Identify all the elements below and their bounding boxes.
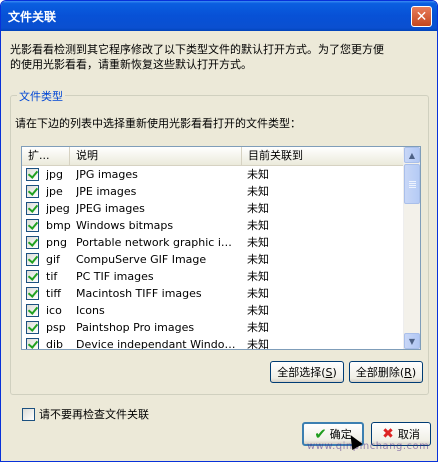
row-checkbox[interactable] (26, 219, 39, 232)
cancel-x-icon: ✖ (382, 426, 394, 442)
header-description[interactable]: 说明 (70, 147, 242, 165)
row-associated: 未知 (247, 168, 269, 181)
row-description: JPEG images (76, 202, 145, 215)
select-all-key: S (325, 365, 333, 379)
file-type-list[interactable]: 扩... 说明 目前关联到 jpg JPG images 未知 jpe JPE imag… (21, 146, 421, 350)
row-checkbox[interactable] (26, 168, 39, 181)
file-type-group: 文件类型 请在下边的列表中选择重新使用光影看看打开的文件类型： 扩... 说明 … (10, 88, 429, 395)
close-icon: ✕ (415, 8, 428, 25)
file-association-dialog: 文件关联 ✕ 光影看看检测到其它程序修改了以下类型文件的默认打开方式。为了您更方… (0, 0, 438, 462)
row-checkbox[interactable] (26, 270, 39, 283)
row-description: CompuServe GIF Image (76, 253, 207, 266)
row-description: Portable network graphic images (76, 236, 236, 249)
list-header: 扩... 说明 目前关联到 (22, 147, 406, 166)
row-description: Macintosh TIFF images (76, 287, 202, 300)
row-ext: bmp (46, 219, 71, 232)
row-associated: 未知 (247, 321, 269, 334)
row-description: JPE images (76, 185, 137, 198)
table-row[interactable]: bmp Windows bitmaps 未知 (22, 217, 406, 234)
dont-check-label: 请不要再检查文件关联 (39, 408, 149, 421)
window-title: 文件关联 (8, 9, 57, 24)
watermark: www.qinpinchang.com (307, 441, 430, 452)
table-row[interactable]: psp Paintshop Pro images 未知 (22, 319, 406, 336)
table-row[interactable]: tif PC TIF images 未知 (22, 268, 406, 285)
row-ext: ico (46, 304, 62, 317)
row-description: Paintshop Pro images (76, 321, 195, 334)
dont-check-option[interactable]: 请不要再检查文件关联 (22, 406, 149, 422)
row-ext: jpeg (46, 202, 70, 215)
vertical-scrollbar[interactable]: ▲ ▼ (403, 147, 420, 349)
title-bar: 文件关联 (1, 1, 437, 31)
chevron-down-icon: ▼ (408, 336, 416, 346)
delete-all-label: 全部删除 (355, 366, 400, 379)
row-associated: 未知 (247, 253, 269, 266)
table-row[interactable]: jpe JPE images 未知 (22, 183, 406, 200)
row-description: JPG images (76, 168, 138, 181)
header-ext[interactable]: 扩... (22, 147, 70, 165)
row-ext: gif (46, 253, 60, 266)
row-associated: 未知 (247, 304, 269, 317)
table-row[interactable]: jpeg JPEG images 未知 (22, 200, 406, 217)
row-ext: png (46, 236, 67, 249)
row-checkbox[interactable] (26, 287, 39, 300)
description-line-1: 光影看看检测到其它程序修改了以下类型文件的默认打开方式。为了您更方便 (10, 43, 384, 56)
row-ext: dib (46, 338, 64, 350)
row-checkbox[interactable] (26, 185, 39, 198)
row-associated: 未知 (247, 185, 269, 198)
row-checkbox[interactable] (26, 338, 39, 349)
row-description: Device independant Windows ... (76, 338, 236, 350)
row-ext: tif (46, 270, 58, 283)
instruction-text: 请在下边的列表中选择重新使用光影看看打开的文件类型： (15, 117, 301, 130)
close-button[interactable]: ✕ (411, 6, 432, 27)
row-description: Windows bitmaps (76, 219, 174, 232)
list-rows: jpg JPG images 未知 jpe JPE images 未知 jpeg JPEG i… (22, 166, 406, 350)
row-checkbox[interactable] (26, 253, 39, 266)
delete-all-button[interactable]: 全部删除(R) (349, 361, 423, 383)
table-row[interactable]: ico Icons 未知 (22, 302, 406, 319)
table-row[interactable]: tiff Macintosh TIFF images 未知 (22, 285, 406, 302)
row-associated: 未知 (247, 287, 269, 300)
table-row[interactable]: dib Device independant Windows ... 未知 (22, 336, 406, 350)
row-description: PC TIF images (76, 270, 154, 283)
select-all-label: 全部选择 (277, 366, 322, 379)
header-associated[interactable]: 目前关联到 (242, 147, 406, 165)
description: 光影看看检测到其它程序修改了以下类型文件的默认打开方式。为了您更方便 的使用光影… (10, 42, 430, 72)
description-line-2: 的使用光影看看，请重新恢复这些默认打开方式。 (10, 58, 252, 71)
cancel-label: 取消 (397, 428, 420, 441)
row-associated: 未知 (247, 219, 269, 232)
row-ext: psp (46, 321, 66, 334)
table-row[interactable]: gif CompuServe GIF Image 未知 (22, 251, 406, 268)
row-checkbox[interactable] (26, 202, 39, 215)
chevron-up-icon: ▲ (408, 150, 416, 160)
row-checkbox[interactable] (26, 321, 39, 334)
select-all-button[interactable]: 全部选择(S) (270, 361, 344, 383)
delete-all-key: R (404, 365, 412, 379)
group-legend: 文件类型 (17, 88, 65, 104)
table-row[interactable]: png Portable network graphic images 未知 (22, 234, 406, 251)
row-associated: 未知 (247, 236, 269, 249)
scroll-up-button[interactable]: ▲ (404, 147, 420, 163)
row-associated: 未知 (247, 202, 269, 215)
row-description: Icons (76, 304, 105, 317)
row-associated: 未知 (247, 270, 269, 283)
table-row[interactable]: jpg JPG images 未知 (22, 166, 406, 183)
row-ext: jpg (46, 168, 64, 181)
scroll-down-button[interactable]: ▼ (404, 333, 420, 349)
dont-check-checkbox[interactable] (22, 407, 35, 421)
row-checkbox[interactable] (26, 304, 39, 317)
row-checkbox[interactable] (26, 236, 39, 249)
row-ext: tiff (46, 287, 61, 300)
scroll-thumb[interactable] (404, 164, 420, 204)
row-ext: jpe (46, 185, 63, 198)
row-associated: 未知 (247, 338, 269, 350)
